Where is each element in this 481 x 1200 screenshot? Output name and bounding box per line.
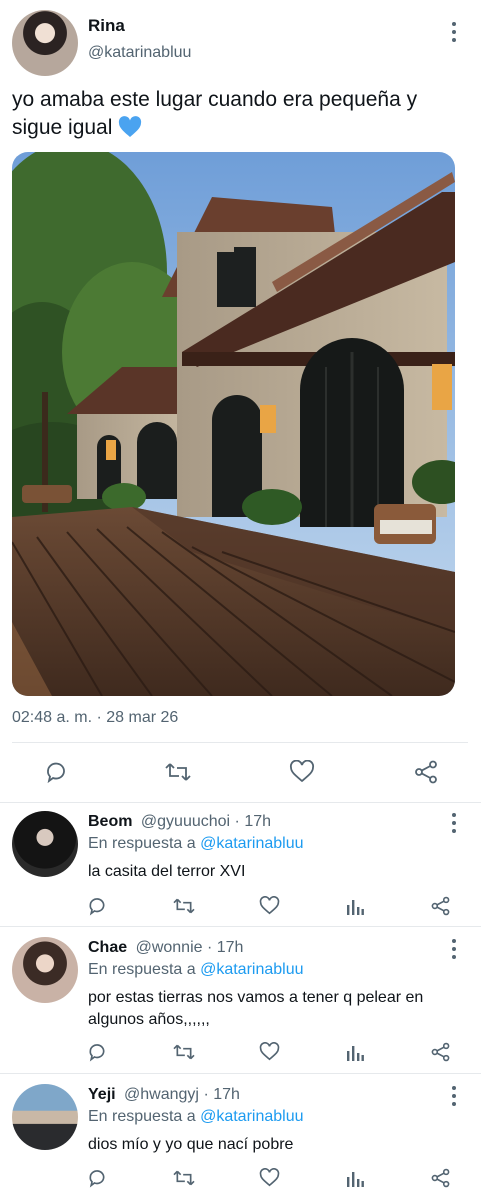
reply-author-name[interactable]: Beom: [88, 813, 132, 830]
share-icon[interactable]: [430, 1168, 451, 1188]
reply-tweet[interactable]: Chae @wonnie · 17h En respuesta a @katar…: [0, 927, 481, 1074]
reply-icon[interactable]: [87, 1042, 107, 1062]
like-icon[interactable]: [259, 1042, 280, 1062]
tweet-image[interactable]: [12, 152, 455, 696]
retweet-icon[interactable]: [173, 896, 195, 916]
reply-tweet[interactable]: Yeji @hwangyj · 17h En respuesta a @kata…: [0, 1074, 481, 1200]
reply-author-handle[interactable]: @wonnie: [136, 939, 203, 956]
like-icon[interactable]: [259, 896, 280, 916]
mention-link[interactable]: @katarinabluu: [200, 961, 303, 978]
reply-time: · 17h: [203, 1086, 240, 1103]
reply-author-name[interactable]: Chae: [88, 939, 127, 956]
in-reply-to: En respuesta a @katarinabluu: [88, 835, 304, 853]
retweet-icon[interactable]: [173, 1168, 195, 1188]
analytics-icon[interactable]: [345, 1042, 365, 1062]
blue-heart-icon: [118, 116, 142, 146]
in-reply-to: En respuesta a @katarinabluu: [88, 961, 304, 979]
mention-link[interactable]: @katarinabluu: [200, 1108, 303, 1125]
avatar[interactable]: [12, 811, 78, 877]
reply-header: Yeji @hwangyj · 17h: [88, 1086, 240, 1104]
avatar[interactable]: [12, 10, 78, 76]
author-handle[interactable]: @katarinabluu: [88, 44, 191, 62]
in-reply-prefix: En respuesta a: [88, 961, 196, 978]
avatar[interactable]: [12, 1084, 78, 1150]
like-icon[interactable]: [259, 1168, 280, 1188]
retweet-icon[interactable]: [165, 760, 191, 784]
in-reply-prefix: En respuesta a: [88, 835, 196, 852]
avatar[interactable]: [12, 937, 78, 1003]
reply-header: Chae @wonnie · 17h: [88, 939, 243, 957]
reply-author-handle[interactable]: @gyuuuchoi: [141, 813, 230, 830]
reply-tweet[interactable]: Beom @gyuuuchoi · 17h En respuesta a @ka…: [0, 803, 481, 927]
tweet-text: yo amaba este lugar cuando era pequeña y…: [12, 86, 472, 146]
reply-author-handle[interactable]: @hwangyj: [124, 1086, 199, 1103]
reply-icon[interactable]: [87, 1168, 107, 1188]
analytics-icon[interactable]: [345, 896, 365, 916]
analytics-icon[interactable]: [345, 1168, 365, 1188]
like-icon[interactable]: [289, 760, 315, 784]
author-name[interactable]: Rina: [88, 16, 125, 36]
tweet-timestamp[interactable]: 02:48 a. m. · 28 mar 26: [12, 709, 178, 727]
share-icon[interactable]: [430, 1042, 451, 1062]
reply-time: · 17h: [234, 813, 272, 830]
more-options-icon[interactable]: [451, 22, 457, 42]
retweet-icon[interactable]: [173, 1042, 195, 1062]
share-icon[interactable]: [430, 896, 451, 916]
tweet-text-content: yo amaba este lugar cuando era pequeña y…: [12, 88, 418, 139]
in-reply-prefix: En respuesta a: [88, 1108, 196, 1125]
mention-link[interactable]: @katarinabluu: [200, 835, 303, 852]
reply-text: por estas tierras nos vamos a tener q pe…: [88, 989, 424, 1028]
share-icon[interactable]: [413, 760, 439, 784]
reply-author-name[interactable]: Yeji: [88, 1086, 116, 1103]
more-options-icon[interactable]: [451, 813, 457, 833]
reply-text: dios mío y yo que nací pobre: [88, 1136, 294, 1153]
reply-text: la casita del terror XVI: [88, 863, 246, 880]
reply-icon[interactable]: [87, 896, 107, 916]
more-options-icon[interactable]: [451, 1086, 457, 1106]
more-options-icon[interactable]: [451, 939, 457, 959]
reply-time: · 17h: [206, 939, 244, 956]
reply-header: Beom @gyuuuchoi · 17h: [88, 813, 271, 831]
in-reply-to: En respuesta a @katarinabluu: [88, 1108, 304, 1126]
reply-icon[interactable]: [44, 760, 68, 784]
divider: [12, 742, 468, 743]
